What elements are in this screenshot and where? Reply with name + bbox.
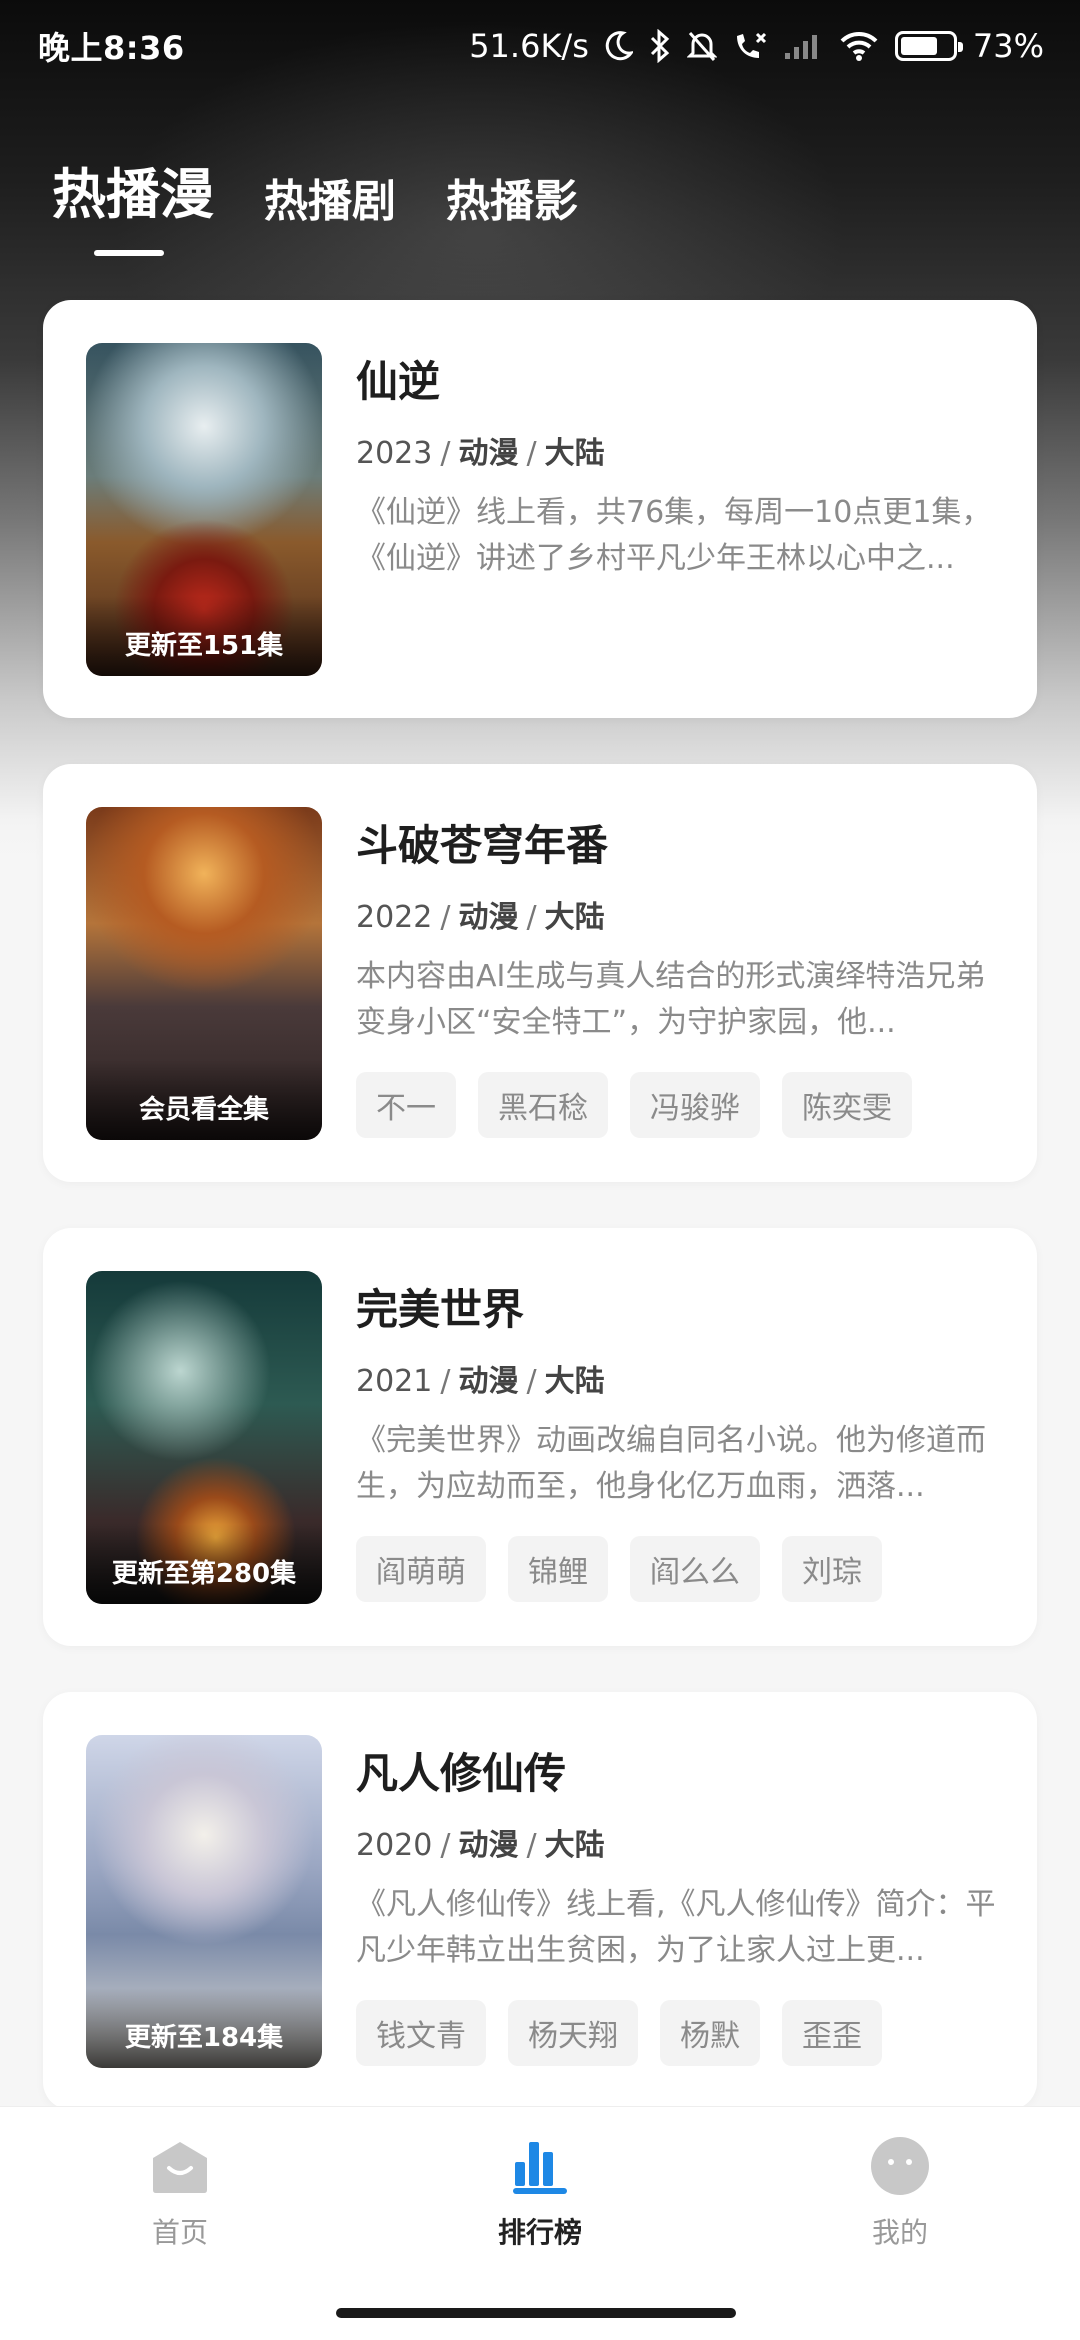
item-region: 大陆 <box>544 900 605 935</box>
nav-home-label: 首页 <box>151 2216 208 2249</box>
item-type: 动漫 <box>458 436 519 471</box>
home-icon <box>80 2131 280 2201</box>
cast-tag[interactable]: 不一 <box>356 1072 456 1138</box>
cast-tag[interactable]: 钱文青 <box>356 2000 486 2066</box>
tab-hot-movie[interactable]: 热播影 <box>446 165 578 229</box>
list-item[interactable]: 更新至第280集 完美世界 2021/动漫 / 大陆 《完美世界》动画改编自同名小说… <box>43 1228 1037 1646</box>
tab-hot-drama[interactable]: 热播剧 <box>264 165 396 229</box>
cast-tag[interactable]: 歪歪 <box>782 2000 882 2066</box>
poster-image[interactable]: 更新至151集 <box>86 343 322 676</box>
profile-icon <box>800 2131 1000 2201</box>
list-item[interactable]: 更新至151集 仙逆 2023/动漫 / 大陆 《仙逆》线上看，共76集，每周一10… <box>43 300 1037 718</box>
ranking-icon <box>440 2131 640 2201</box>
item-title: 斗破苍穹年番 <box>356 821 609 870</box>
category-tabs: 热播漫 热播剧 热播影 <box>52 150 628 229</box>
list-item[interactable]: 会员看全集 斗破苍穹年番 2022/动漫 / 大陆 本内容由AI生成与真人结合的形式… <box>43 764 1037 1182</box>
network-speed: 51.6K/s <box>469 27 589 65</box>
cast-tags: 阎萌萌 锦鲤 阎么么 刘琮 <box>356 1536 882 1602</box>
item-description: 本内容由AI生成与真人结合的形式演绎特浩兄弟变身小区“安全特工”，为守护家园，他… <box>356 959 986 1040</box>
item-description: 《完美世界》动画改编自同名小说。他为修道而生，为应劫而至，他身化亿万血雨，洒落.… <box>356 1423 986 1504</box>
cast-tag[interactable]: 杨天翔 <box>508 2000 638 2066</box>
poster-image[interactable]: 更新至184集 <box>86 1735 322 2068</box>
nav-profile[interactable]: 我的 <box>800 2131 1000 2251</box>
cast-tags: 钱文青 杨天翔 杨默 歪歪 <box>356 2000 882 2066</box>
status-time: 晚上8:36 <box>38 29 185 67</box>
item-meta: 2023/动漫 / 大陆 <box>356 436 605 471</box>
nav-ranking-label: 排行榜 <box>497 2216 582 2249</box>
bell-muted-icon <box>686 30 717 62</box>
bottom-navigation: 首页 排行榜 我的 <box>0 2106 1080 2340</box>
tab-hot-anime[interactable]: 热播漫 <box>52 150 214 229</box>
item-description: 《凡人修仙传》线上看,《凡人修仙传》简介：平凡少年韩立出生贫困，为了让家人过上更… <box>356 1887 996 1968</box>
item-type: 动漫 <box>458 1364 519 1399</box>
item-meta: 2021/动漫 / 大陆 <box>356 1364 605 1399</box>
wifi-icon <box>839 31 879 61</box>
list-item[interactable]: 更新至184集 凡人修仙传 2020/动漫 / 大陆 《凡人修仙传》线上看,《凡人修… <box>43 1692 1037 2110</box>
cast-tag[interactable]: 刘琮 <box>782 1536 882 1602</box>
call-missed-icon <box>733 30 767 62</box>
status-bar: 晚上8:36 51.6K/s 73% <box>0 0 1080 92</box>
poster-badge: 会员看全集 <box>86 1060 322 1140</box>
cast-tag[interactable]: 杨默 <box>660 2000 760 2066</box>
battery-percent: 73% <box>972 27 1044 65</box>
item-meta: 2020/动漫 / 大陆 <box>356 1828 605 1863</box>
cast-tag[interactable]: 阎萌萌 <box>356 1536 486 1602</box>
item-title: 完美世界 <box>356 1285 525 1334</box>
battery-icon <box>894 31 963 61</box>
cast-tag[interactable]: 黑石稔 <box>478 1072 608 1138</box>
item-title: 凡人修仙传 <box>356 1749 567 1798</box>
item-year: 2021 <box>356 1364 433 1399</box>
cast-tags: 不一 黑石稔 冯骏骅 陈奕雯 <box>356 1072 912 1138</box>
battery-level <box>900 37 938 55</box>
tab-indicator <box>94 250 164 256</box>
item-year: 2020 <box>356 1828 433 1863</box>
item-type: 动漫 <box>458 1828 519 1863</box>
cast-tag[interactable]: 陈奕雯 <box>782 1072 912 1138</box>
poster-image[interactable]: 更新至第280集 <box>86 1271 322 1604</box>
ranking-list: 更新至151集 仙逆 2023/动漫 / 大陆 《仙逆》线上看，共76集，每周一10… <box>43 300 1037 2156</box>
poster-image[interactable]: 会员看全集 <box>86 807 322 1140</box>
nav-profile-label: 我的 <box>871 2216 928 2249</box>
item-year: 2023 <box>356 436 433 471</box>
cast-tag[interactable]: 阎么么 <box>630 1536 760 1602</box>
cast-tag[interactable]: 锦鲤 <box>508 1536 608 1602</box>
cast-tag[interactable]: 冯骏骅 <box>630 1072 760 1138</box>
nav-home[interactable]: 首页 <box>80 2131 280 2251</box>
item-region: 大陆 <box>544 1828 605 1863</box>
home-indicator[interactable] <box>336 2308 736 2318</box>
item-type: 动漫 <box>458 900 519 935</box>
item-region: 大陆 <box>544 1364 605 1399</box>
nav-ranking[interactable]: 排行榜 <box>440 2131 640 2251</box>
item-year: 2022 <box>356 900 433 935</box>
item-title: 仙逆 <box>356 357 441 406</box>
bluetooth-icon <box>649 29 671 63</box>
poster-badge: 更新至第280集 <box>86 1524 322 1604</box>
poster-badge: 更新至184集 <box>86 1988 322 2068</box>
item-description: 《仙逆》线上看，共76集，每周一10点更1集，《仙逆》讲述了乡村平凡少年王林以心… <box>356 495 992 576</box>
moon-icon <box>605 31 633 61</box>
item-meta: 2022/动漫 / 大陆 <box>356 900 605 935</box>
poster-badge: 更新至151集 <box>86 596 322 676</box>
item-region: 大陆 <box>544 436 605 471</box>
cellular-signal-icon <box>783 31 823 61</box>
